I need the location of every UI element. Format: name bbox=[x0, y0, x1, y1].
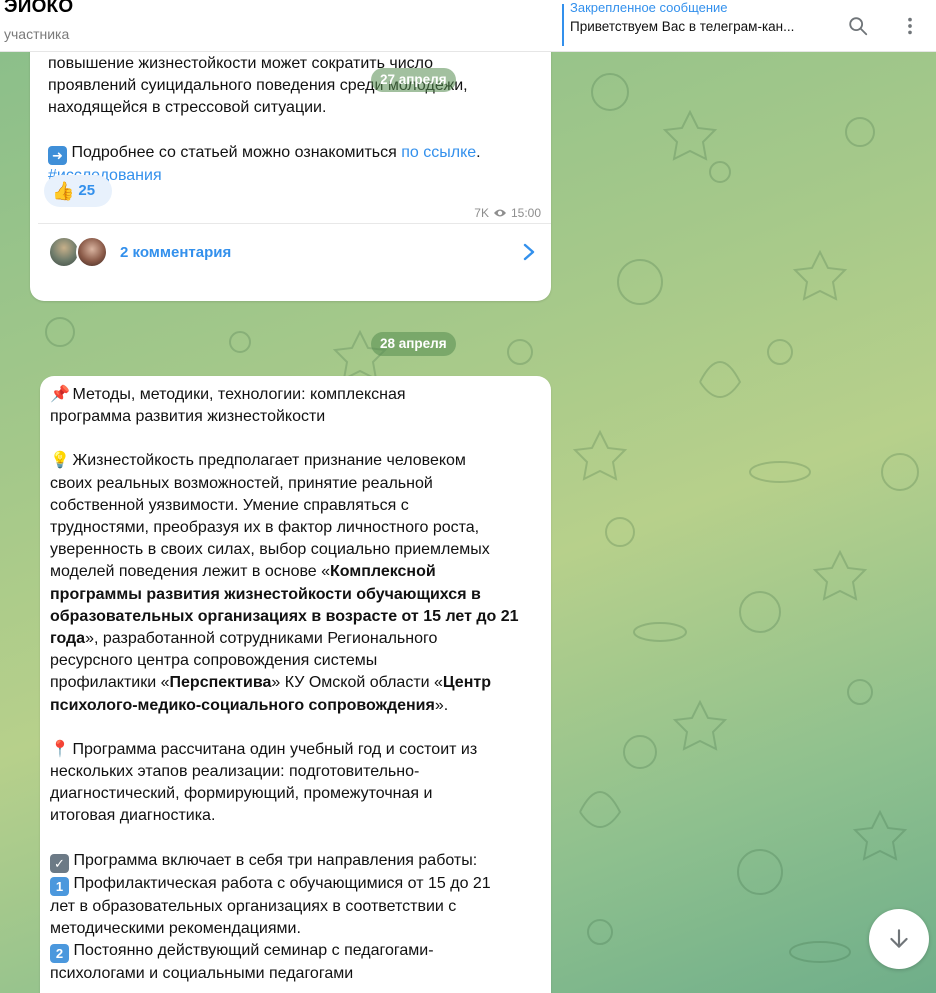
chevron-right-icon bbox=[523, 243, 535, 261]
message-bubble[interactable]: повышение жизнестойкости может сократить… bbox=[30, 52, 551, 301]
views-count: 7K bbox=[474, 206, 489, 220]
reaction-button[interactable]: 👍 25 bbox=[44, 175, 112, 207]
search-icon bbox=[849, 17, 868, 36]
arrow-right-icon: ➜ bbox=[48, 145, 67, 165]
pushpin-icon: 📌 bbox=[50, 386, 70, 403]
more-vert-icon bbox=[908, 17, 912, 35]
article-link[interactable]: по ссылке bbox=[401, 144, 476, 161]
search-button[interactable] bbox=[840, 8, 876, 44]
checkbox-icon: ✓ bbox=[50, 853, 69, 873]
lightbulb-icon: 💡 bbox=[50, 452, 70, 470]
scroll-to-bottom-button[interactable] bbox=[869, 909, 929, 969]
message-meta: 7K 15:00 bbox=[474, 202, 541, 224]
post-title: Методы, методики, технологии: комплексна… bbox=[72, 386, 406, 403]
comments-button[interactable]: 2 комментария bbox=[40, 232, 543, 272]
more-options-button[interactable] bbox=[892, 8, 928, 44]
message-text: 📌 Методы, методики, технологии: комплекс… bbox=[50, 386, 519, 983]
reaction-count: 25 bbox=[78, 181, 96, 199]
pin-icon: 📍 bbox=[50, 740, 70, 758]
chat-header: ЭИОКО участника Закрепленное сообщение П… bbox=[0, 0, 936, 52]
date-separator[interactable]: 27 апреля bbox=[371, 68, 456, 92]
message-time: 15:00 bbox=[510, 206, 541, 220]
channel-subtitle: участника bbox=[4, 26, 70, 42]
number-one-icon: 1 bbox=[50, 876, 69, 896]
comments-count: 2 комментария bbox=[120, 244, 232, 261]
thumbs-up-icon: 👍 bbox=[52, 180, 75, 201]
pinned-message-title: Закрепленное сообщение bbox=[570, 0, 728, 15]
avatar bbox=[76, 236, 108, 268]
date-separator[interactable]: 28 апреля bbox=[371, 332, 456, 356]
channel-title[interactable]: ЭИОКО bbox=[4, 0, 73, 18]
eye-icon bbox=[493, 209, 506, 217]
pinned-message[interactable]: Закрепленное сообщение Приветствуем Вас … bbox=[562, 0, 837, 46]
chat-area[interactable]: повышение жизнестойкости может сократить… bbox=[0, 52, 936, 993]
pinned-message-text: Приветствуем Вас в телеграм-кан... bbox=[570, 19, 795, 34]
arrow-down-icon bbox=[890, 929, 908, 948]
number-two-icon: 2 bbox=[50, 944, 69, 964]
message-bubble[interactable]: 📌 Методы, методики, технологии: комплекс… bbox=[40, 376, 551, 993]
message-text: повышение жизнестойкости может сократить… bbox=[48, 53, 541, 187]
hashtag-link[interactable]: #исследования bbox=[48, 165, 541, 187]
comments-divider bbox=[38, 223, 551, 224]
